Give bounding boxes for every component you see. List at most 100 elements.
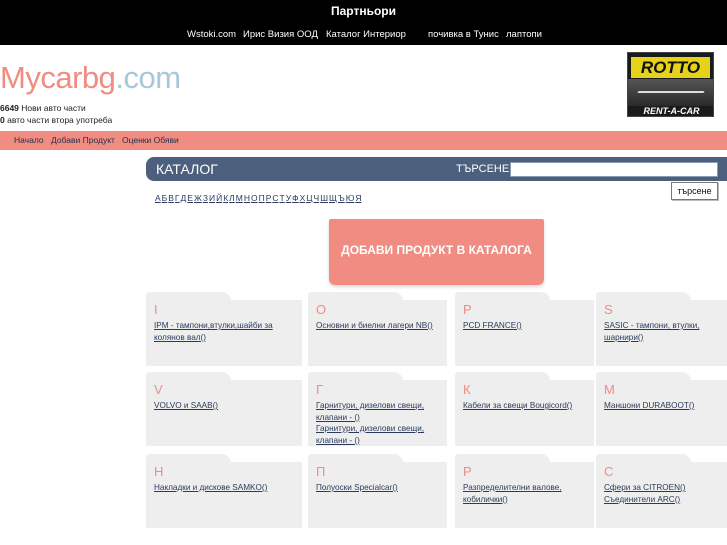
category-link[interactable]: Гарнитури, дизелови свещи, клапани - () [308,400,447,423]
main-nav: Начало Добави Продукт Оценки Обяви [0,131,727,150]
site-logo[interactable]: Mycarbg.com [0,62,181,93]
card-folder-tab [146,372,231,381]
category-link[interactable]: Маншони DURABOOT() [596,400,727,412]
logo-part-3: .com [115,60,181,95]
alphabet-letter[interactable]: О [251,193,258,203]
alphabet-letter[interactable]: Л [229,193,235,203]
alphabet-letter[interactable]: Б [162,193,168,203]
card-letter: P [463,302,472,317]
category-link[interactable]: Основни и биелни лагери NB() [308,320,447,332]
category-link[interactable]: Накладки и дискове SAMKO() [146,482,302,494]
search-button[interactable]: търсене [671,182,718,200]
alphabet-letter[interactable]: Ш [320,193,328,203]
alphabet-letter[interactable]: Ю [346,193,355,203]
card-folder-tab [596,454,691,463]
card-items: Маншони DURABOOT() [596,400,727,412]
partner-link-tunis[interactable]: почивка в Тунис [428,29,499,40]
card-items: Сфери за CITROEN() Съединители ARC() [596,482,727,505]
rotto-banner[interactable]: ROTTO RENT-A-CAR [627,52,714,117]
partner-link-katalog[interactable]: Каталог Интериор [326,29,406,40]
alphabet-letter[interactable]: А [155,193,161,203]
parts-counts: 6649 Нови авто части 0 авто части втора … [0,102,112,126]
card-folder-tab [455,372,550,381]
used-parts-label: авто части втора употреба [7,115,113,125]
category-card: Р Разпределителни валове, кобилички() [455,454,594,528]
category-link[interactable]: Сфери за CITROEN() [596,482,727,494]
search-input[interactable] [510,162,718,177]
alphabet-letter[interactable]: Т [280,193,285,203]
partner-link-wstoki[interactable]: Wstoki.com [187,29,236,40]
category-link[interactable]: IPM - тампони,втулки,шайби за колянов ва… [146,320,302,343]
alphabet-letter[interactable]: У [286,193,291,203]
category-card: М Маншони DURABOOT() [596,372,727,446]
search-label: ТЪРСЕНЕ [456,163,510,175]
catalog-title: КАТАЛОГ [156,161,218,177]
alphabet-letter[interactable]: Д [181,193,187,203]
alphabet-letter[interactable]: Ч [314,193,320,203]
card-letter: Г [316,382,324,397]
alphabet-letter[interactable]: Ц [306,193,312,203]
alphabet-letter[interactable]: Ж [194,193,202,203]
category-link[interactable]: VOLVO и SAAB() [146,400,302,412]
alphabet-letter[interactable]: П [259,193,265,203]
logo-part-1: Mycar [0,60,82,95]
category-link[interactable]: PCD FRANCE() [455,320,594,332]
card-items: IPM - тампони,втулки,шайби за колянов ва… [146,320,302,343]
category-link[interactable]: Разпределителни валове, кобилички() [455,482,594,505]
catalog-header: КАТАЛОГ ТЪРСЕНЕ [146,157,727,181]
card-letter: Р [463,464,472,479]
card-letter: Н [154,464,164,479]
category-card: К Кабели за свещи Bougicord() [455,372,594,446]
new-parts-count: 6649 [0,103,19,113]
alphabet-letter[interactable]: Щ [329,193,337,203]
alphabet-letter[interactable]: Х [300,193,306,203]
alphabet-letter[interactable]: В [168,193,174,203]
alphabet-letter[interactable]: К [223,193,228,203]
banner-subtitle: RENT-A-CAR [643,106,700,116]
alphabet-letter[interactable]: Н [244,193,250,203]
card-items: Накладки и дискове SAMKO() [146,482,302,494]
card-letter: V [154,382,163,397]
alphabet-letter[interactable]: И [209,193,215,203]
alphabet-letter[interactable]: З [203,193,208,203]
nav-home[interactable]: Начало [14,135,44,145]
alphabet-letter[interactable]: С [272,193,278,203]
category-link[interactable]: Гарнитури, дизелови свещи, клапани - () [308,423,447,446]
category-link[interactable]: SASIC - тампони, втулки, шарнири() [596,320,727,343]
new-parts-label: Нови авто части [21,103,86,113]
nav-ratings[interactable]: Оценки Обяви [122,135,179,145]
card-letter: М [604,382,615,397]
add-product-button[interactable]: ДОБАВИ ПРОДУКТ В КАТАЛОГА [329,219,544,285]
alphabet-letter[interactable]: Ъ [338,193,345,203]
card-letter: S [604,302,613,317]
alphabet-letter[interactable]: Й [216,193,222,203]
alphabet-letter[interactable]: Ф [292,193,298,203]
alphabet-letter[interactable]: Г [175,193,180,203]
card-items: Кабели за свещи Bougicord() [455,400,594,412]
category-link[interactable]: Кабели за свещи Bougicord() [455,400,594,412]
card-letter: I [154,302,158,317]
alphabet-letter[interactable]: Р [266,193,272,203]
category-link[interactable]: Полуоски Specialcar() [308,482,447,494]
card-folder-tab [596,292,691,301]
alphabet-letter[interactable]: Я [355,193,361,203]
card-items: SASIC - тампони, втулки, шарнири() [596,320,727,343]
category-card: Н Накладки и дискове SAMKO() [146,454,302,528]
alphabet-letter[interactable]: М [236,193,243,203]
alphabet-letter[interactable]: Е [187,193,193,203]
category-link[interactable]: Съединители ARC() [596,494,727,506]
category-card: V VOLVO и SAAB() [146,372,302,446]
category-card: P PCD FRANCE() [455,292,594,366]
partner-link-iris[interactable]: Ирис Визия ООД [243,29,318,40]
card-items: Основни и биелни лагери NB() [308,320,447,332]
category-card: Г Гарнитури, дизелови свещи, клапани - ()… [308,372,447,446]
card-folder-tab [308,372,403,381]
nav-add-product[interactable]: Добави Продукт [51,135,115,145]
category-card: С Сфери за CITROEN() Съединители ARC() [596,454,727,528]
card-items: VOLVO и SAAB() [146,400,302,412]
partner-link-laptops[interactable]: лаптопи [506,29,542,40]
partners-bar: Партньори Wstoki.com Ирис Визия ООД Ката… [0,0,727,45]
card-items: Полуоски Specialcar() [308,482,447,494]
card-folder-tab [146,292,231,301]
card-folder-tab [596,372,691,381]
